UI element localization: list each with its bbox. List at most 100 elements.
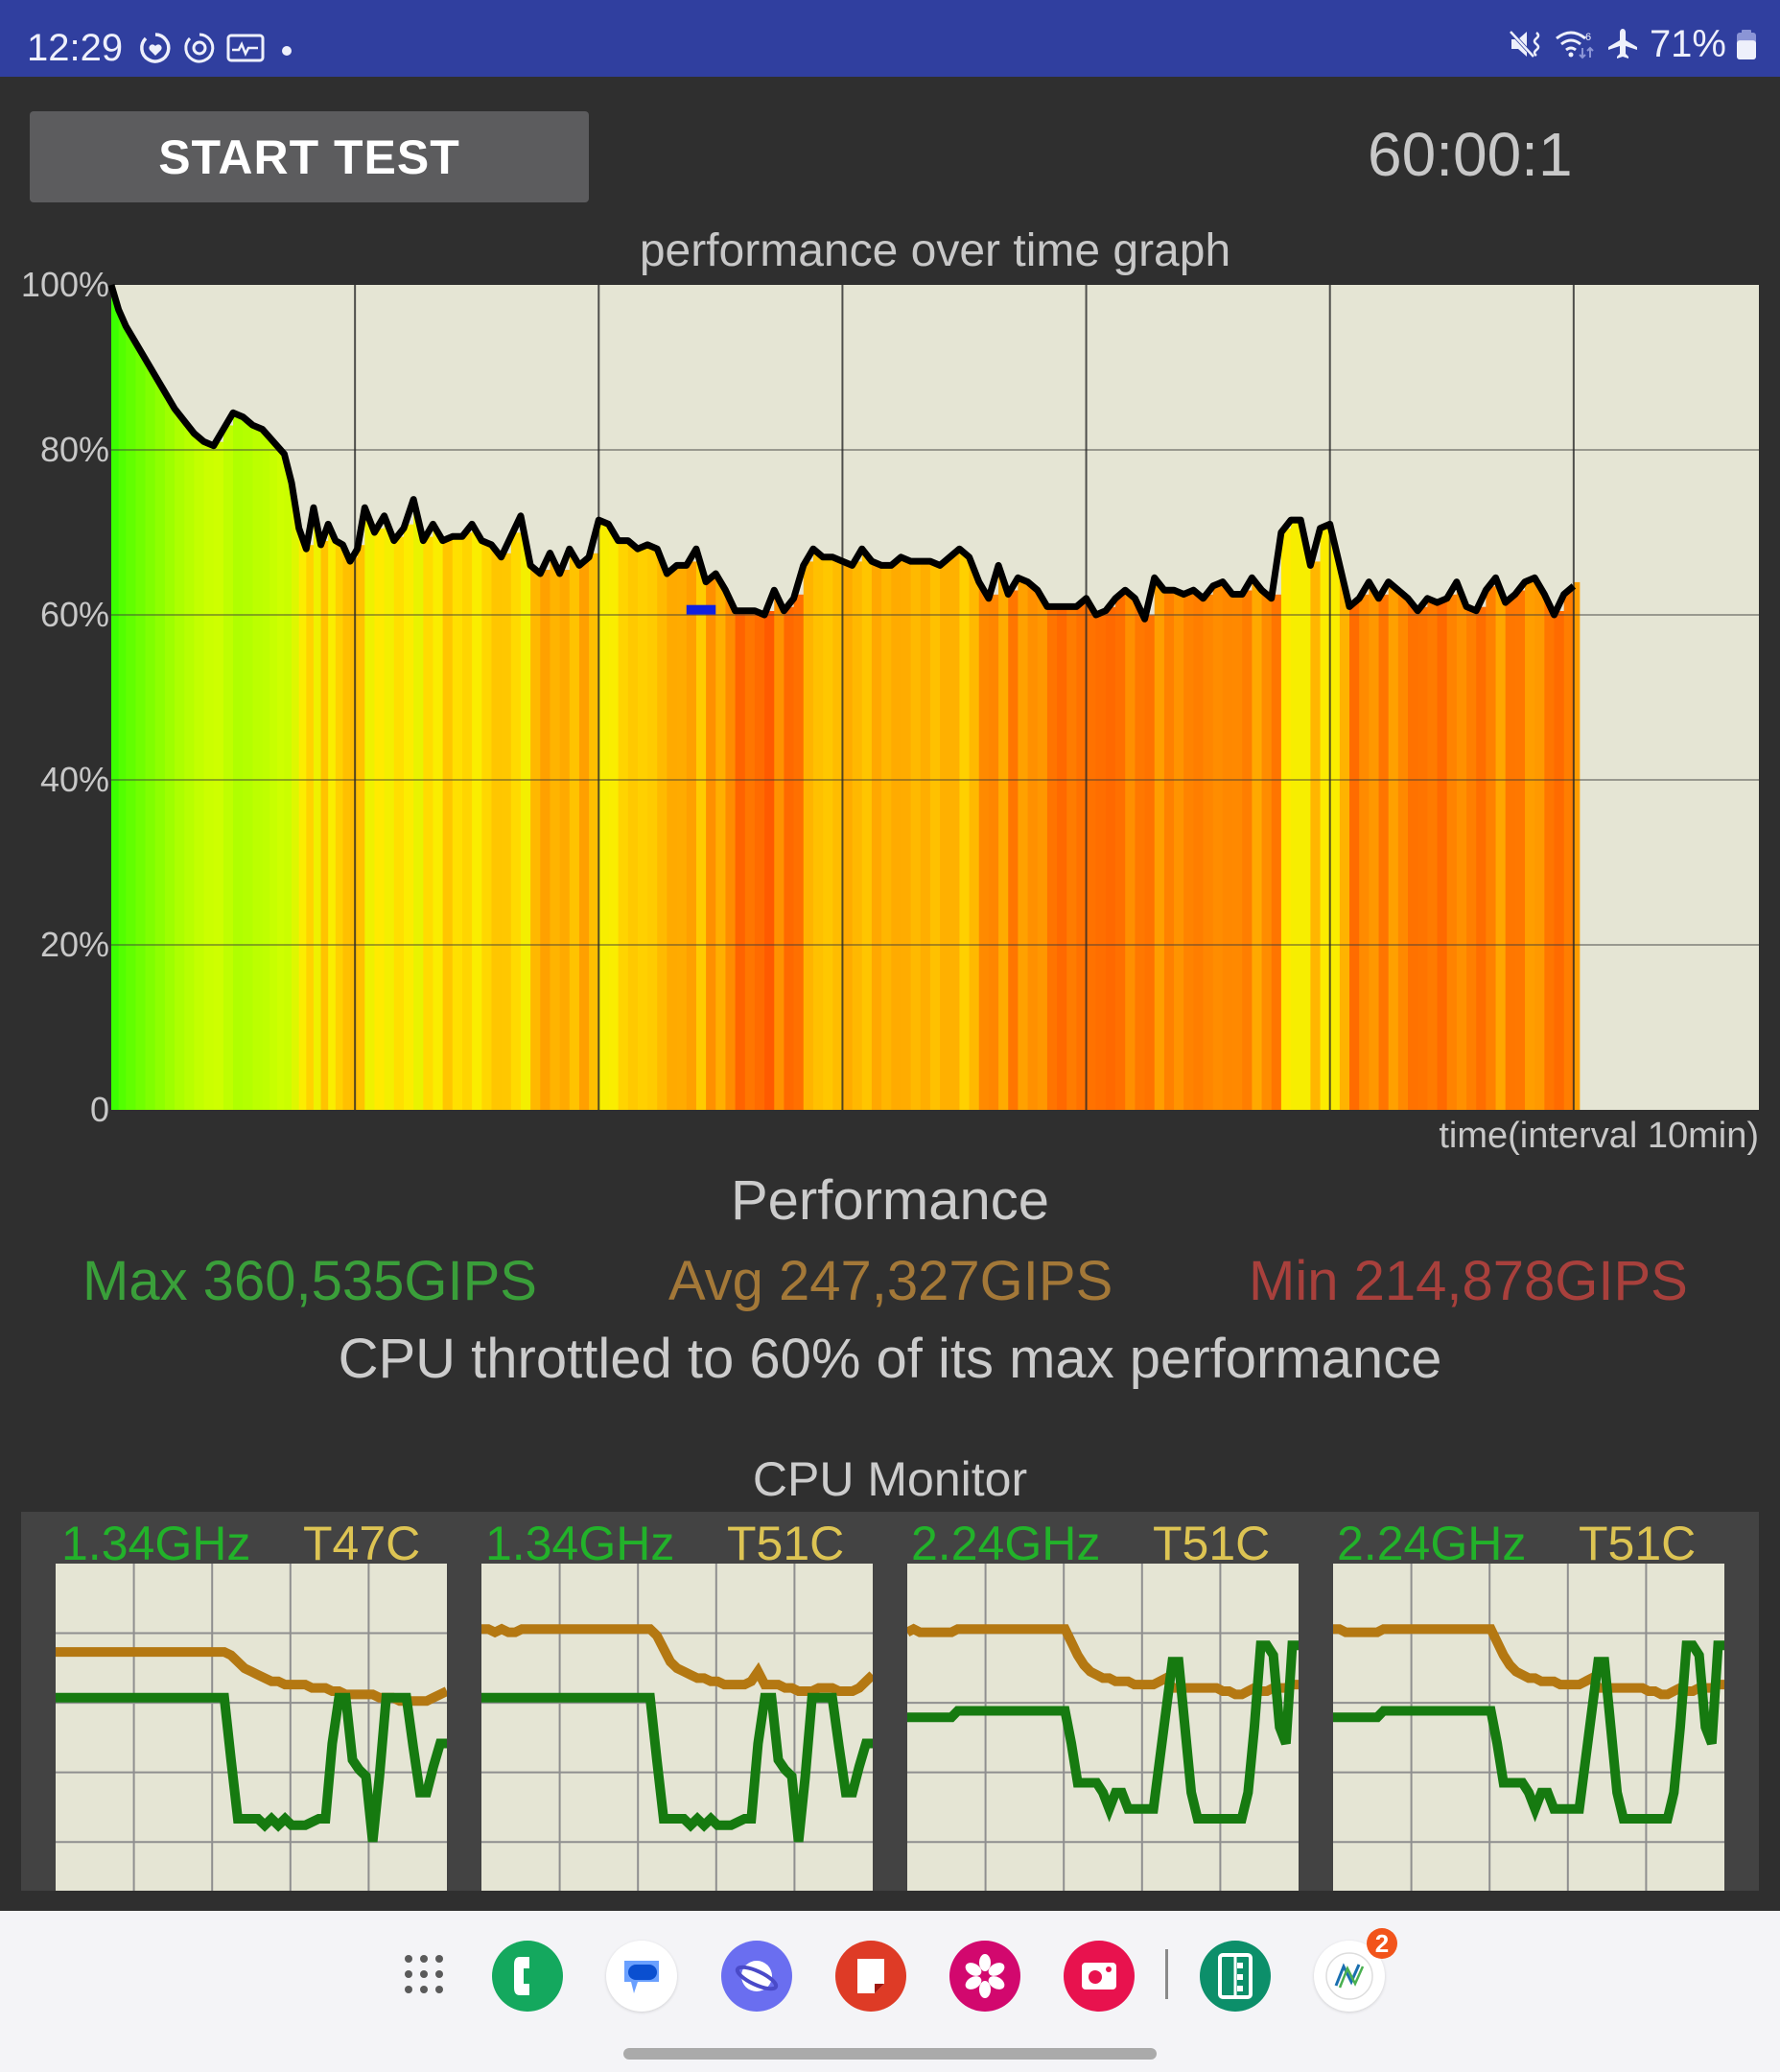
heat-stripe xyxy=(1525,577,1535,1110)
y-tick-label: 40% xyxy=(40,760,109,799)
heat-stripe xyxy=(589,553,599,1110)
heat-stripe xyxy=(313,504,322,1110)
heat-stripe xyxy=(111,285,120,1110)
heat-stripe xyxy=(357,545,365,1110)
heat-stripe xyxy=(910,557,922,1110)
heat-stripe xyxy=(501,553,512,1110)
heat-stripe xyxy=(1339,561,1350,1110)
heat-stripe xyxy=(861,545,873,1110)
heat-stripe xyxy=(364,504,375,1110)
heat-stripe xyxy=(1505,599,1516,1110)
heat-stripe xyxy=(1115,594,1126,1110)
heat-stripe xyxy=(1212,581,1224,1110)
core-graph xyxy=(481,1564,873,1891)
throttle-message: CPU throttled to 60% of its max performa… xyxy=(338,1328,1442,1390)
battery-icon xyxy=(1737,30,1756,59)
heat-stripe xyxy=(1349,602,1360,1110)
core-graph xyxy=(1333,1564,1724,1891)
heat-stripe xyxy=(871,557,882,1110)
mute-vibrate-icon xyxy=(1509,30,1540,59)
heat-stripe xyxy=(715,570,726,1110)
heat-stripe xyxy=(667,570,678,1110)
heat-stripe xyxy=(637,545,648,1110)
heat-stripe xyxy=(929,557,941,1110)
heat-stripe xyxy=(1408,594,1418,1110)
heat-stripe xyxy=(1261,586,1273,1110)
heat-stripe xyxy=(530,561,541,1110)
app-drawer-icon[interactable] xyxy=(401,1951,447,1997)
heat-stripe xyxy=(154,371,166,1110)
heat-stripe xyxy=(213,441,224,1110)
cpu-core-2: 1.34GHz T51C xyxy=(447,1512,873,1891)
heat-stripe xyxy=(1222,577,1233,1110)
heat-stripe xyxy=(1300,516,1311,1110)
heat-stripe xyxy=(706,577,716,1110)
heat-stripe xyxy=(1066,602,1077,1110)
heat-stripe xyxy=(550,549,561,1110)
heat-stripe xyxy=(842,557,854,1110)
dock-separator xyxy=(1165,1949,1168,1999)
internet-app-icon[interactable] xyxy=(721,1941,792,2012)
heat-stripe xyxy=(1018,574,1029,1110)
notes-app-icon[interactable] xyxy=(835,1941,906,2012)
heat-stripe xyxy=(1046,602,1058,1110)
heat-stripe xyxy=(1086,594,1097,1110)
health-ring-icon xyxy=(140,33,171,63)
gallery-app-icon[interactable] xyxy=(949,1941,1020,2012)
heat-stripe xyxy=(920,557,931,1110)
cpu-core-3: 2.24GHz T51C xyxy=(873,1512,1299,1891)
heat-stripe xyxy=(126,322,136,1110)
heat-stripe xyxy=(1183,590,1194,1110)
heat-stripe xyxy=(1359,594,1370,1110)
start-test-button[interactable]: START TEST xyxy=(30,111,589,202)
min-performance: Min 214,878GIPS xyxy=(1249,1250,1688,1312)
heat-stripe xyxy=(393,536,405,1110)
heat-stripe xyxy=(578,561,590,1110)
battery-percent: 71% xyxy=(1649,22,1726,65)
heat-stripe xyxy=(491,540,503,1110)
heat-stripe xyxy=(1163,586,1175,1110)
heat-stripe xyxy=(901,553,912,1110)
heat-stripe xyxy=(184,416,195,1110)
heat-stripe xyxy=(1378,594,1390,1110)
heat-stripe xyxy=(891,561,902,1110)
heat-stripe xyxy=(135,339,147,1110)
heat-stripe xyxy=(647,540,658,1110)
camera-app-icon[interactable] xyxy=(1064,1941,1135,2012)
heat-stripe xyxy=(1174,586,1184,1110)
heat-stripe xyxy=(1271,594,1282,1110)
heat-stripe xyxy=(686,561,697,1110)
home-gesture-bar[interactable] xyxy=(623,2048,1157,2060)
heat-stripe xyxy=(481,536,492,1110)
heat-stripe xyxy=(262,425,270,1110)
activity-monitor-icon xyxy=(226,34,265,62)
heat-stripe xyxy=(1105,606,1116,1110)
heat-stripe xyxy=(510,532,522,1110)
heat-stripe xyxy=(1154,574,1165,1110)
messages-app-icon[interactable] xyxy=(606,1941,677,2012)
recent-app-1-icon[interactable] xyxy=(1200,1941,1271,2012)
heat-stripe xyxy=(725,586,737,1110)
heat-stripe xyxy=(1310,561,1322,1110)
heat-stripe xyxy=(1125,586,1136,1110)
heat-stripe xyxy=(1427,594,1439,1110)
heat-stripe xyxy=(403,524,414,1110)
heat-stripe xyxy=(598,516,609,1110)
heat-stripe xyxy=(608,520,620,1110)
heat-stripe xyxy=(1446,594,1458,1110)
heat-stripe xyxy=(243,412,253,1110)
heat-stripe xyxy=(292,479,300,1110)
heat-stripe xyxy=(472,520,482,1110)
heat-stripe xyxy=(852,561,863,1110)
heat-stripe xyxy=(940,561,950,1110)
core-graph xyxy=(56,1564,447,1891)
heat-stripe xyxy=(695,545,707,1110)
heat-stripe xyxy=(627,536,639,1110)
phone-app-icon[interactable] xyxy=(492,1941,563,2012)
heat-stripe xyxy=(328,520,337,1110)
heat-stripe xyxy=(164,388,176,1110)
core-graph xyxy=(907,1564,1299,1891)
heat-stripe xyxy=(118,305,127,1110)
heat-stripe xyxy=(1544,590,1556,1110)
heat-stripe xyxy=(1095,611,1107,1110)
